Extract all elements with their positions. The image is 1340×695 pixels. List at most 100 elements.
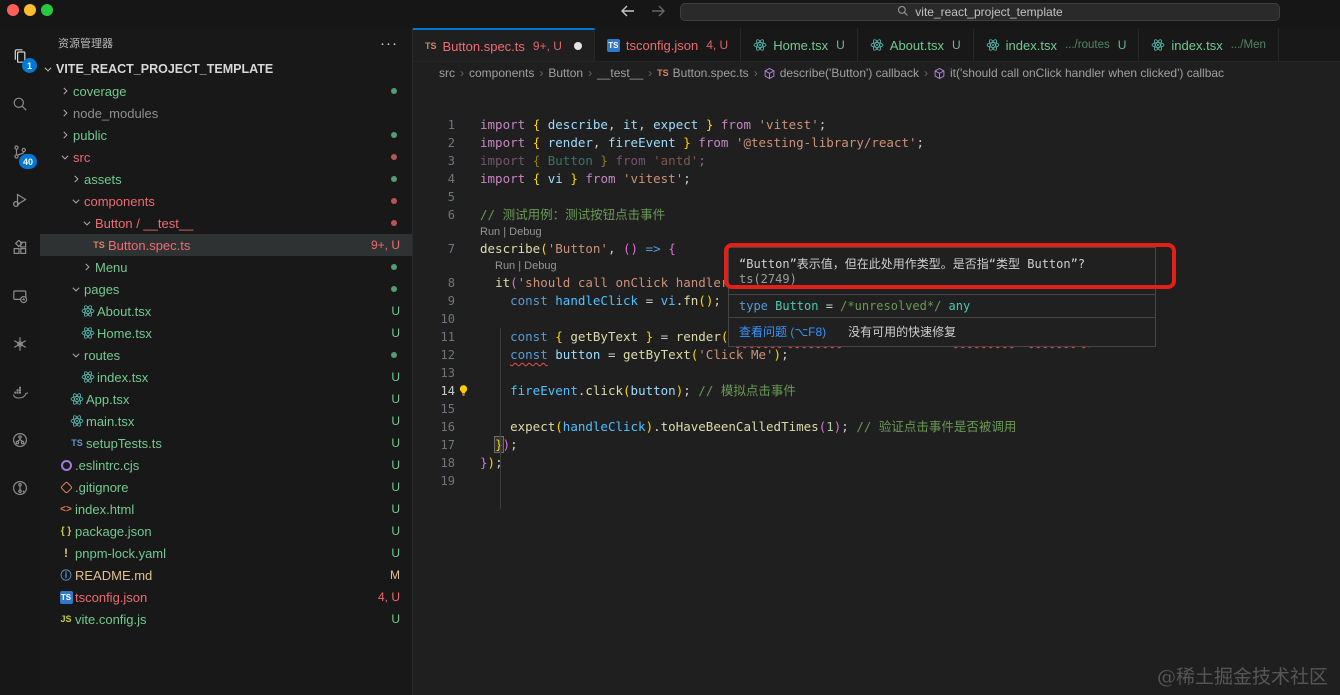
activity-openai-button[interactable] — [0, 320, 40, 368]
dirty-indicator-icon[interactable] — [573, 42, 582, 50]
forward-arrow-icon[interactable] — [650, 4, 666, 18]
tab-tsconfig-json[interactable]: TS tsconfig.json 4, U — [594, 28, 742, 61]
tree-file-app-tsx[interactable]: App.tsx U — [40, 388, 412, 410]
git-status-badge: 4, U — [377, 590, 400, 604]
chevron-down-icon — [68, 350, 84, 360]
tree-file-index-tsx[interactable]: index.tsx U — [40, 366, 412, 388]
type-preview-line: type Button = /*unresolved*/ any — [729, 295, 1155, 318]
error-hover-tooltip: “Button”表示值，但在此处用作类型。是否指“类型 Button”? ts(… — [728, 247, 1156, 347]
tree-file-index-html[interactable]: <> index.html U — [40, 498, 412, 520]
tree-folder-public[interactable]: public — [40, 124, 412, 146]
git-status-badge: U — [391, 370, 400, 384]
code-line-1: 1 import { describe, it, expect } from 'v… — [413, 116, 1340, 134]
tree-folder-routes[interactable]: routes — [40, 344, 412, 366]
line-number: 16 — [440, 420, 455, 434]
git-status-dot — [391, 176, 397, 182]
tree-folder-coverage[interactable]: coverage — [40, 80, 412, 102]
tree-root-folder[interactable]: VITE_REACT_PROJECT_TEMPLATE — [40, 58, 412, 80]
git-status-badge: U — [391, 436, 400, 450]
activity-extensions-button[interactable] — [0, 224, 40, 272]
tab-description: .../routes — [1064, 39, 1110, 51]
code-line-17: 17 }); — [413, 436, 1340, 454]
sidebar-more-actions-icon[interactable]: ··· — [380, 35, 398, 52]
tree-folder-assets[interactable]: assets — [40, 168, 412, 190]
activity-gitlens-button[interactable] — [0, 464, 40, 512]
tree-file-pnpm-lock-yaml[interactable]: ! pnpm-lock.yaml U — [40, 542, 412, 564]
breadcrumb-item[interactable]: Button — [548, 66, 583, 80]
codelens-run-debug[interactable]: Run | Debug — [495, 258, 557, 274]
tab-problem-badge: 9+, U — [532, 39, 562, 53]
tree-folder-button-test-[interactable]: Button / __test__ — [40, 212, 412, 234]
tab-problem-badge: U — [1117, 38, 1127, 52]
minimize-window-button[interactable] — [24, 4, 36, 16]
close-window-button[interactable] — [7, 4, 19, 16]
breadcrumb-item[interactable]: TS Button.spec.ts — [657, 66, 749, 80]
command-center-search[interactable]: vite_react_project_template — [680, 3, 1280, 21]
tree-file-tsconfig-json[interactable]: TS tsconfig.json 4, U — [40, 586, 412, 608]
ts-orange-icon: TS — [93, 240, 105, 250]
gitlens-icon — [12, 480, 28, 496]
tab-home-tsx[interactable]: Home.tsx U — [741, 28, 858, 61]
editor-group: TS Button.spec.ts 9+, U TS tsconfig.json 4, U… — [413, 28, 1340, 695]
activity-source-control-button[interactable]: 40 — [0, 128, 40, 176]
tree-file-button-spec-ts[interactable]: TS Button.spec.ts 9+, U — [40, 234, 412, 256]
tab-about-tsx[interactable]: About.tsx U — [857, 28, 974, 61]
line-number: 18 — [440, 456, 455, 470]
tree-file-readme-md[interactable]: ⓘ README.md M — [40, 564, 412, 586]
activity-docker-button[interactable] — [0, 368, 40, 416]
tree-folder-node-modules[interactable]: node_modules — [40, 102, 412, 124]
tree-item-label: Menu — [95, 259, 128, 275]
chevron-down-icon — [57, 152, 73, 162]
tab-index-tsx[interactable]: index.tsx .../routes U — [973, 28, 1140, 61]
tree-folder-components[interactable]: components — [40, 190, 412, 212]
code-line-18: 18}); — [413, 454, 1340, 472]
git-status-dot — [391, 88, 397, 94]
git-status-dot — [391, 220, 397, 226]
zoom-window-button[interactable] — [41, 4, 53, 16]
breadcrumb-item[interactable]: describe('Button') callback — [763, 66, 919, 80]
git-status-dot — [391, 264, 397, 270]
line-number: 9 — [447, 294, 455, 308]
breadcrumb-item[interactable]: src — [439, 66, 455, 80]
tree-file--gitignore[interactable]: .gitignore U — [40, 476, 412, 498]
line-number: 13 — [440, 366, 455, 380]
tree-file-setuptests-ts[interactable]: TS setupTests.ts U — [40, 432, 412, 454]
tree-file-package-json[interactable]: { } package.json U — [40, 520, 412, 542]
git-status-badge: U — [391, 392, 400, 406]
view-problem-link[interactable]: 查看问题 (⌥F8) — [739, 323, 826, 340]
tree-folder-src[interactable]: src — [40, 146, 412, 168]
breadcrumb-item[interactable]: components — [469, 66, 534, 80]
activity-badge: 40 — [18, 154, 37, 169]
ts-badge-icon: TS — [59, 590, 73, 604]
tree-item-label: package.json — [75, 523, 152, 539]
extensions-icon — [12, 240, 28, 256]
symbol-cube-icon — [933, 67, 946, 80]
activity-explorer-button[interactable]: 1 — [0, 32, 40, 80]
line-number: 11 — [440, 330, 455, 344]
activity-git-graph-button[interactable] — [0, 416, 40, 464]
activity-remote-explorer-button[interactable] — [0, 272, 40, 320]
tree-file-home-tsx[interactable]: Home.tsx U — [40, 322, 412, 344]
back-arrow-icon[interactable] — [620, 4, 636, 18]
breadcrumb-separator: › — [588, 66, 593, 80]
breadcrumb-item[interactable]: __test__ — [597, 66, 643, 80]
line-number: 6 — [447, 208, 455, 222]
react-icon — [1151, 38, 1165, 52]
codelens-run-debug[interactable]: Run | Debug — [480, 224, 542, 240]
breadcrumb-separator: › — [648, 66, 653, 80]
tab-index-tsx[interactable]: index.tsx .../Men — [1139, 28, 1279, 61]
tab-button-spec-ts[interactable]: TS Button.spec.ts 9+, U — [413, 28, 595, 61]
tree-folder-menu[interactable]: Menu — [40, 256, 412, 278]
react-icon — [79, 370, 97, 384]
tree-folder-pages[interactable]: pages — [40, 278, 412, 300]
tree-file-about-tsx[interactable]: About.tsx U — [40, 300, 412, 322]
tree-file-vite-config-js[interactable]: JS vite.config.js U — [40, 608, 412, 630]
activity-run-debug-button[interactable] — [0, 176, 40, 224]
breadcrumb-item[interactable]: it('should call onClick handler when cli… — [933, 66, 1224, 80]
tree-file--eslintrc-cjs[interactable]: .eslintrc.cjs U — [40, 454, 412, 476]
ts-badge-icon: TS — [606, 38, 620, 52]
tree-file-main-tsx[interactable]: main.tsx U — [40, 410, 412, 432]
line-number: 7 — [447, 242, 455, 256]
activity-search-button[interactable] — [0, 80, 40, 128]
tree-item-label: routes — [84, 347, 121, 363]
